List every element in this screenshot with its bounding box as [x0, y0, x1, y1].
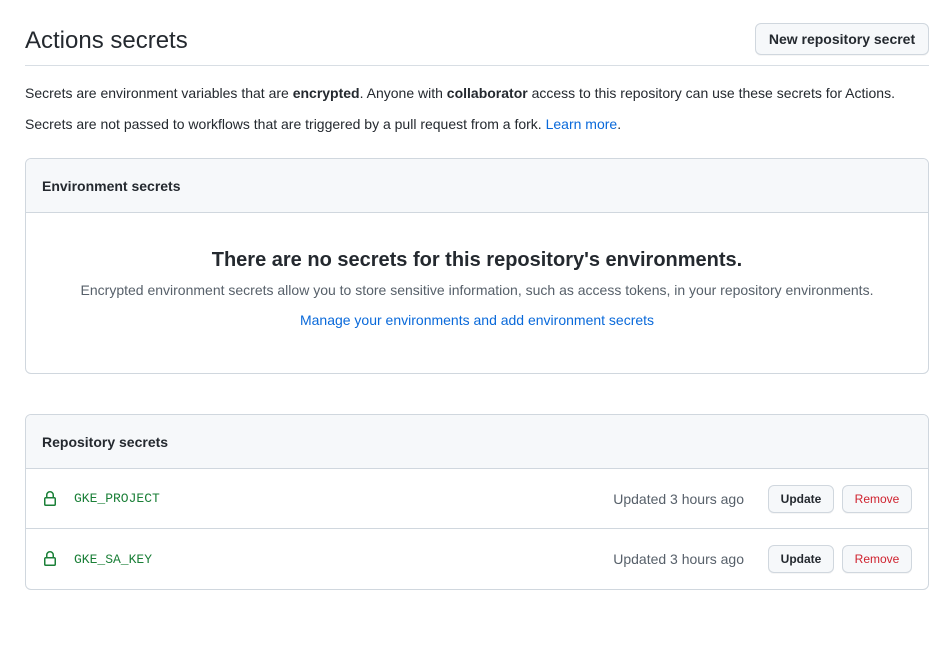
description-bold-collaborator: collaborator [446, 85, 528, 101]
new-repository-secret-button[interactable]: New repository secret [755, 23, 929, 55]
page-header: Actions secrets New repository secret [25, 20, 929, 66]
description-text: access to this repository can use these … [527, 85, 895, 101]
repository-secrets-box: Repository secrets GKE_PROJECT Updated 3… [25, 414, 929, 590]
manage-environments-link[interactable]: Manage your environments and add environ… [300, 312, 654, 328]
remove-secret-button[interactable]: Remove [842, 484, 912, 513]
secret-actions: Updated 3 hours ago Update Remove [613, 484, 912, 513]
remove-secret-button[interactable]: Remove [842, 545, 912, 573]
secret-row: GKE_PROJECT Updated 3 hours ago Update R… [26, 469, 928, 529]
blankslate-description: Encrypted environment secrets allow you … [80, 282, 874, 298]
description-text: Secrets are environment variables that a… [25, 85, 293, 101]
fork-note-end: . [617, 116, 622, 132]
secrets-description: Secrets are environment variables that a… [25, 85, 895, 101]
secret-updated-time: Updated 3 hours ago [613, 551, 744, 567]
secret-name: GKE_PROJECT [74, 491, 160, 506]
learn-more-link[interactable]: Learn more [546, 116, 618, 132]
update-secret-button[interactable]: Update [768, 545, 834, 573]
secret-name: GKE_SA_KEY [74, 551, 153, 567]
description-bold-encrypted: encrypted [292, 85, 360, 101]
lock-icon [42, 551, 58, 567]
fork-note-text: Secrets are not passed to workflows that… [25, 116, 546, 132]
environment-secrets-blankslate: There are no secrets for this repository… [26, 213, 928, 328]
environment-secrets-header: Environment secrets [26, 159, 928, 213]
update-secret-button[interactable]: Update [768, 484, 834, 513]
blankslate-title: There are no secrets for this repository… [211, 249, 743, 271]
lock-icon [42, 490, 58, 507]
description-text: . Anyone with [359, 85, 447, 101]
secret-updated-time: Updated 3 hours ago [613, 490, 744, 507]
page-title: Actions secrets [25, 27, 188, 54]
actions-secrets-page: Actions secrets New repository secret Se… [0, 0, 946, 651]
secret-row: GKE_SA_KEY Updated 3 hours ago Update Re… [26, 529, 928, 589]
repository-secrets-header: Repository secrets [26, 415, 928, 469]
environment-secrets-box: Environment secrets There are no secrets… [25, 158, 929, 374]
secret-actions: Updated 3 hours ago Update Remove [613, 545, 912, 573]
fork-note: Secrets are not passed to workflows that… [25, 116, 621, 132]
